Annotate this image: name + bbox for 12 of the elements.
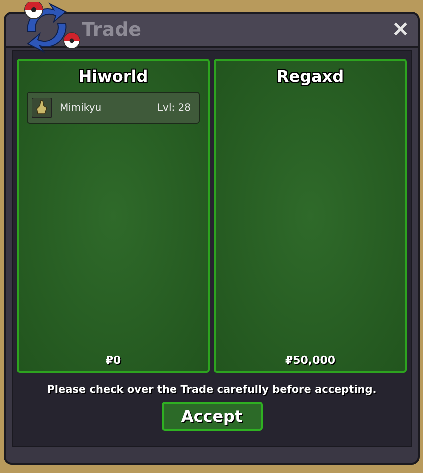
money-amount: ₽50,000 xyxy=(285,354,336,367)
pokemon-level: Lvl: 28 xyxy=(157,102,191,114)
pokemon-name: Mimikyu xyxy=(60,102,103,114)
money-amount: ₽0 xyxy=(106,354,122,367)
accept-button[interactable]: Accept xyxy=(162,402,262,431)
window-title: Trade xyxy=(82,19,142,41)
pokemon-item[interactable]: Mimikyu Lvl: 28 xyxy=(27,92,200,124)
close-button[interactable]: × xyxy=(390,19,412,41)
pokemon-sprite-icon xyxy=(32,98,52,118)
trader-name: Regaxd xyxy=(276,67,344,86)
trader-name: Hiworld xyxy=(78,67,148,86)
notice-text: Please check over the Trade carefully before accepting. xyxy=(47,384,377,396)
